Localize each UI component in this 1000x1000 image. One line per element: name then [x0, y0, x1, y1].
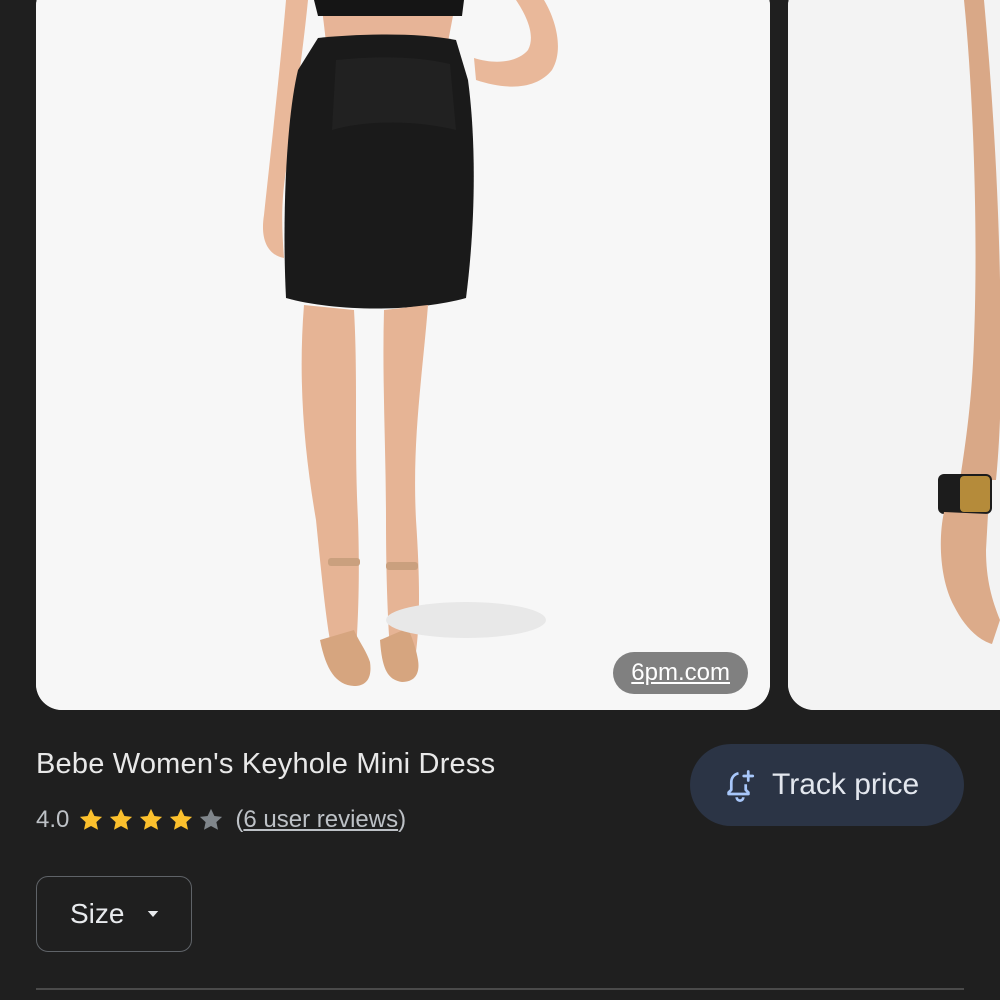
- product-title: Bebe Women's Keyhole Mini Dress: [36, 748, 496, 780]
- size-dropdown[interactable]: Size: [36, 876, 192, 952]
- next-product-image-card[interactable]: [788, 0, 1000, 710]
- reviews-link[interactable]: 6 user reviews: [243, 806, 398, 833]
- track-price-label: Track price: [772, 768, 920, 801]
- star-rating: [77, 806, 227, 834]
- source-chip[interactable]: 6pm.com: [613, 652, 748, 694]
- product-image-card[interactable]: 6pm.com: [36, 0, 770, 710]
- rating-value: 4.0: [36, 806, 70, 833]
- star-filled-icon: [140, 808, 163, 830]
- star-filled-icon: [80, 808, 103, 830]
- image-carousel[interactable]: 6pm.com: [0, 0, 1000, 710]
- section-divider: [36, 988, 964, 990]
- caret-down-icon: [148, 911, 159, 917]
- size-dropdown-label: Size: [70, 898, 125, 929]
- reviews-paren-close: ): [398, 806, 407, 833]
- track-price-button[interactable]: Track price: [690, 744, 964, 826]
- bell-plus-icon: [727, 770, 755, 802]
- star-filled-icon: [170, 808, 193, 830]
- product-photo: [36, 0, 770, 710]
- shopping-product-page: 6pm.com Bebe Women's Keyhole Mini Dress …: [0, 0, 1000, 1000]
- next-product-photo: [788, 0, 1000, 710]
- star-filled-icon: [110, 808, 133, 830]
- star-empty-icon: [200, 808, 223, 830]
- reviews-link-group[interactable]: (6 user reviews): [235, 806, 406, 834]
- rating-row: 4.0 (6 user reviews): [36, 803, 406, 837]
